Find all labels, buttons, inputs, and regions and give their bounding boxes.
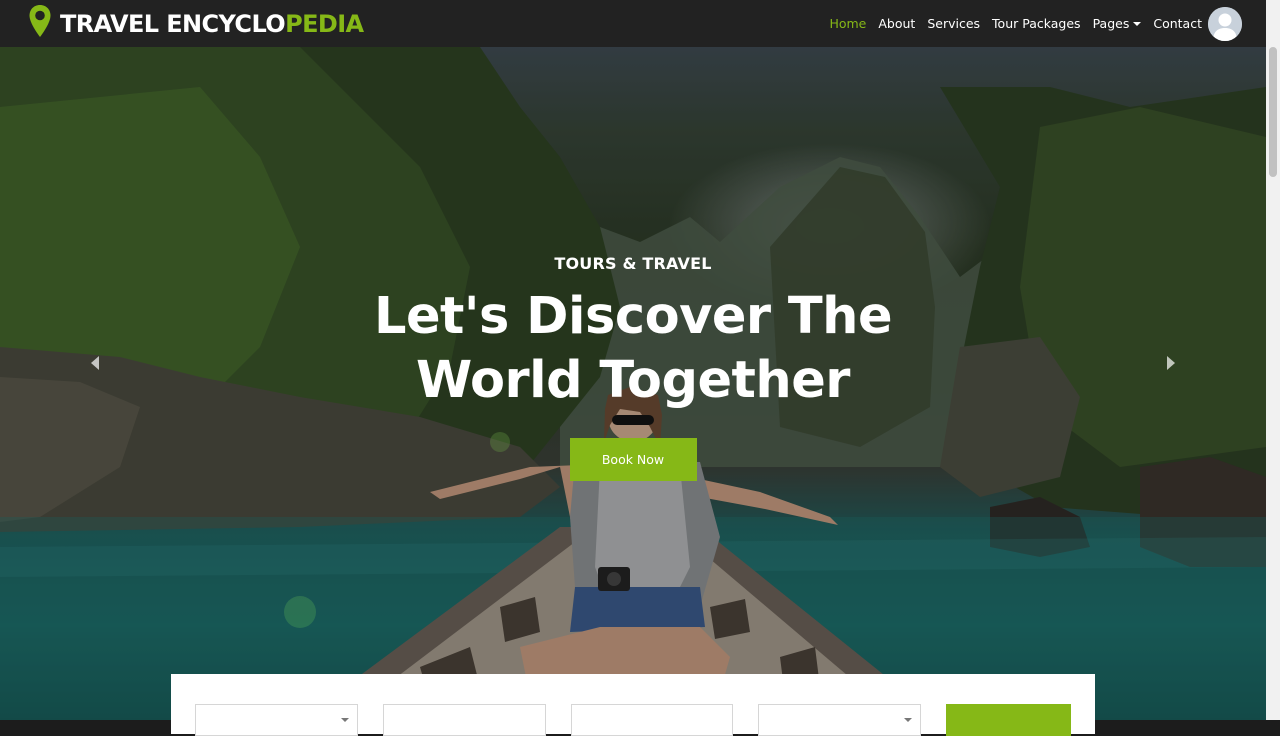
nav-link-about-label: About [878,16,916,31]
booking-submit-button[interactable] [946,704,1071,736]
caret-down-icon [1133,21,1142,26]
nav-link-services-label: Services [927,16,981,31]
nav-link-contact-label: Contact [1153,16,1202,31]
brand-logo[interactable]: TRAVEL ENCYCLOPEDIA [28,4,364,43]
scrollbar-thumb[interactable] [1269,47,1277,177]
brand-name-accent: PEDIA [285,9,364,38]
map-pin-icon [28,4,52,43]
return-date-input[interactable] [571,704,733,736]
nav-link-services[interactable]: Services [927,16,980,31]
destination-select[interactable] [195,704,358,736]
book-now-button[interactable]: Book Now [569,438,697,481]
hero-eyebrow: TOURS & TRAVEL [554,254,712,273]
nav-dropdown-pages[interactable]: Pages [1093,16,1142,31]
booking-form [171,674,1095,736]
brand-name-main: TRAVEL ENCYCLO [60,9,286,38]
nav-link-contact[interactable]: Contact [1153,16,1202,31]
guests-select[interactable] [758,704,921,736]
chevron-down-icon [341,718,349,722]
top-navbar: TRAVEL ENCYCLOPEDIA Home About Services … [0,0,1266,47]
chevron-down-icon [904,718,912,722]
user-avatar-icon[interactable] [1208,6,1242,41]
hero-headline: Let's Discover The World Together [373,287,893,410]
nav-link-tour-packages-label: Tour Packages [992,16,1081,31]
nav-link-tour-packages[interactable]: Tour Packages [992,16,1081,31]
page-scrollbar[interactable] [1266,0,1280,720]
nav-dropdown-pages-label: Pages [1092,16,1130,31]
nav-link-home[interactable]: Home [829,16,866,31]
brand-name: TRAVEL ENCYCLOPEDIA [60,10,364,38]
nav-link-home-label: Home [829,16,867,31]
hero-content: TOURS & TRAVEL Let's Discover The World … [0,254,1266,481]
hero-carousel: TOURS & TRAVEL Let's Discover The World … [0,47,1266,720]
depart-date-input[interactable] [383,704,546,736]
nav-menu: Home About Services Tour Packages Pages … [817,6,1242,41]
nav-link-about[interactable]: About [878,16,915,31]
